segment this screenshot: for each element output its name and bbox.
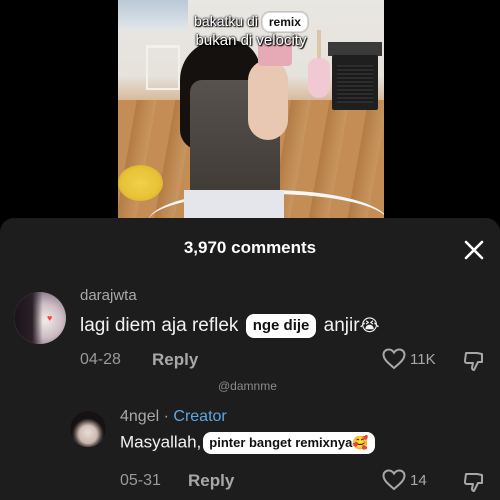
comment-sticker: nge dije (245, 314, 317, 338)
reply-button[interactable]: Reply (188, 471, 234, 491)
heart-icon (382, 348, 406, 370)
comment-text-after: anjir (323, 315, 360, 337)
comment-text: Masyallah, pinter banget remixnya🥰 (120, 432, 377, 454)
video-caption: bakatku di remix bukan di velocity (118, 12, 384, 49)
heart-icon (382, 469, 406, 491)
caption-prefix: bakatku di (194, 13, 258, 29)
avatar[interactable]: ♥ (14, 292, 66, 344)
avatar[interactable] (70, 411, 106, 447)
comment-date: 05-31 (120, 472, 161, 489)
like-count: 11K (410, 351, 436, 368)
dislike-button[interactable] (462, 349, 486, 373)
close-icon[interactable] (462, 238, 486, 262)
comments-count-title: 3,970 comments (183, 238, 317, 257)
thumbs-down-icon (463, 473, 483, 492)
comment-text-before: Masyallah, (120, 432, 202, 452)
caption-sticker: remix (261, 12, 308, 32)
crying-emoji: 😭 (359, 316, 380, 335)
like-count: 14 (410, 472, 427, 489)
yellow-stool (118, 165, 163, 201)
reply-button[interactable]: Reply (152, 350, 198, 370)
comment-date: 04-28 (80, 351, 121, 368)
reply-username[interactable]: 4ngel (120, 408, 159, 425)
amplifier (332, 55, 378, 110)
watermark: @damnme (218, 379, 277, 393)
comment-sticker: pinter banget remixnya🥰 (203, 432, 375, 454)
dislike-button[interactable] (462, 470, 486, 494)
person-shirt (184, 190, 284, 218)
separator-dot: · (163, 408, 169, 425)
shelf (146, 45, 180, 90)
comment-username[interactable]: darajwta (80, 287, 137, 304)
comment-username: 4ngel · Creator (120, 408, 227, 426)
comment-text: lagi diem aja reflek nge dije anjir😭 (80, 314, 379, 338)
video-player[interactable]: bakatku di remix bukan di velocity (0, 0, 500, 218)
person-arm (248, 60, 288, 140)
smiling-hearts-emoji: 🥰 (352, 435, 369, 450)
guitar (308, 58, 330, 98)
creator-badge: Creator (173, 408, 227, 425)
thumbs-down-icon (463, 352, 483, 371)
caption-line2: bukan di velocity (195, 32, 307, 49)
comment-text-before: lagi diem aja reflek (80, 315, 239, 337)
